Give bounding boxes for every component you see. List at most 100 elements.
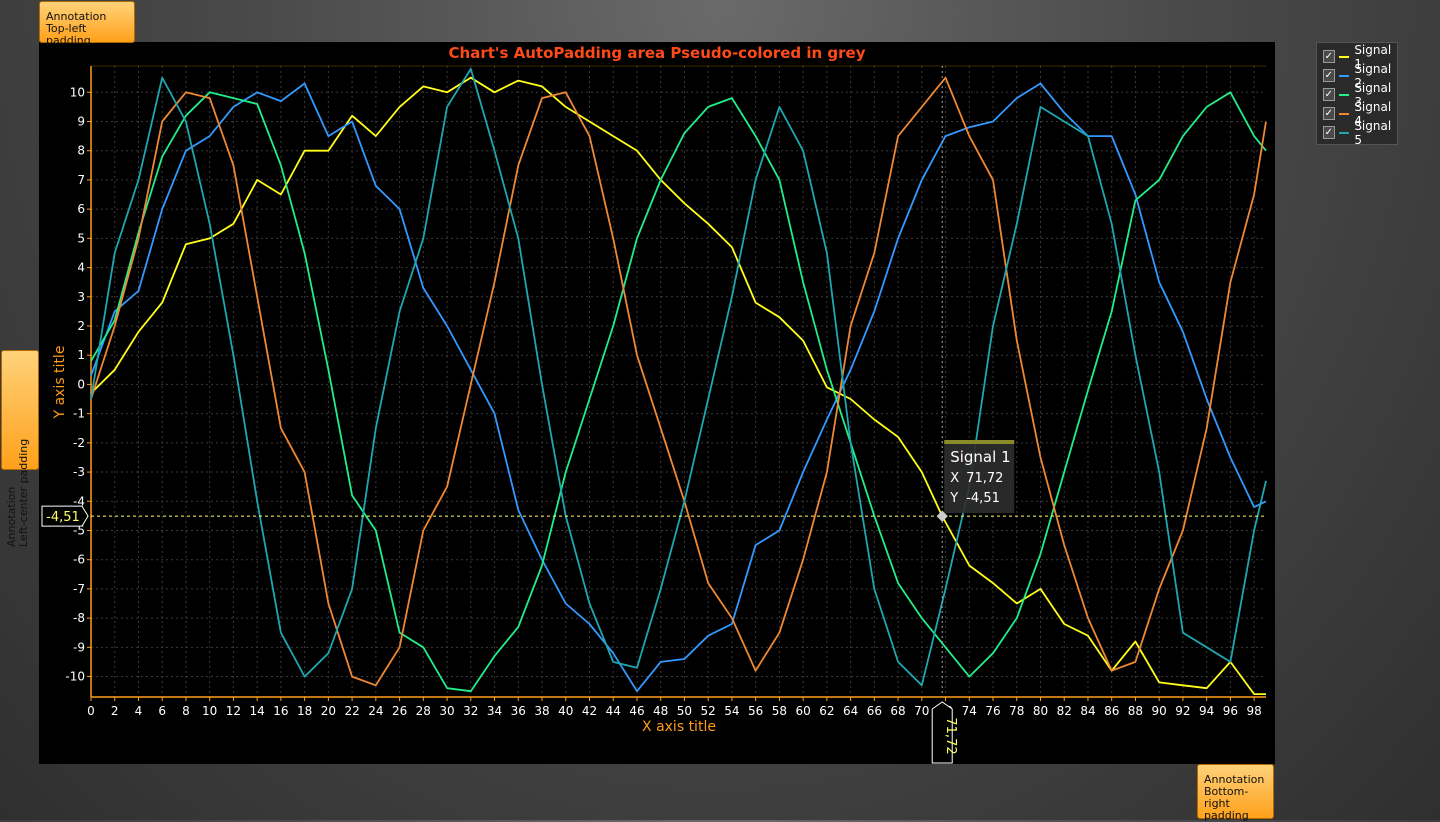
legend-swatch: [1338, 112, 1350, 115]
y-tick-label: -6: [73, 553, 85, 567]
x-tick-label: 66: [867, 704, 882, 718]
x-tick-label: 68: [890, 704, 905, 718]
x-tick-label: 82: [1057, 704, 1072, 718]
y-tick-label: 2: [77, 319, 85, 333]
x-tick-label: 30: [439, 704, 454, 718]
x-tick-label: 74: [962, 704, 977, 718]
x-tick-label: 70: [914, 704, 929, 718]
x-tick-label: 40: [558, 704, 573, 718]
x-tick-label: 54: [724, 704, 739, 718]
x-tick-label: 80: [1033, 704, 1048, 718]
x-tick-label: 42: [582, 704, 597, 718]
x-tick-label: 92: [1175, 704, 1190, 718]
x-tick-label: 86: [1104, 704, 1119, 718]
x-tick-label: 62: [819, 704, 834, 718]
checkbox-icon[interactable]: ✓: [1323, 88, 1335, 101]
x-tick-label: 98: [1246, 704, 1261, 718]
tooltip-header-bar: [944, 440, 1015, 444]
annotation-top-left[interactable]: Annotation Top-left padding: [39, 1, 135, 47]
checkbox-icon[interactable]: ✓: [1323, 50, 1335, 63]
x-tick-label: 78: [1009, 704, 1024, 718]
y-tick-label: -1: [73, 407, 85, 421]
legend-swatch: [1338, 74, 1350, 77]
y-tick-label: 6: [77, 202, 85, 216]
x-tick-label: 32: [463, 704, 478, 718]
y-tick-label: 5: [77, 231, 85, 245]
x-tick-label: 20: [321, 704, 336, 718]
x-tick-label: 64: [843, 704, 858, 718]
series-line-3[interactable]: [90, 91, 1267, 693]
y-tick-label: -2: [73, 436, 85, 450]
y-tick-label: -7: [73, 582, 85, 596]
axes: 0 2 4 6 8 10 12 14 16 18 20 22 24 26 28 30 32 34 36 38 40 42 4…: [65, 65, 1266, 718]
x-tick-label: 18: [297, 704, 312, 718]
x-tick-label: 24: [368, 704, 383, 718]
y-tick-label: 10: [70, 85, 85, 99]
legend-item-signal-5[interactable]: ✓ Signal 5: [1317, 119, 1397, 147]
annotation-bottom-right[interactable]: Annotation Bottom-right padding: [1197, 764, 1274, 822]
chart-svg: Chart's AutoPadding area Pseudo-colored …: [41, 44, 1267, 764]
y-tick-label: -9: [73, 640, 85, 654]
x-tick-label: 2: [111, 704, 119, 718]
chart-title: Chart's AutoPadding area Pseudo-colored …: [449, 44, 866, 62]
series-line-5[interactable]: [90, 68, 1267, 687]
y-tick-label: 9: [77, 115, 85, 129]
x-tick-label: 88: [1128, 704, 1143, 718]
x-tick-label: 0: [87, 704, 95, 718]
x-tick-label: 44: [606, 704, 621, 718]
annotation-line: Bottom-right: [1204, 785, 1249, 810]
x-tick-label: 4: [135, 704, 143, 718]
series-lines[interactable]: [90, 68, 1267, 695]
x-tick-label: 38: [534, 704, 549, 718]
x-tick-label: 76: [985, 704, 1000, 718]
x-tick-label: 90: [1152, 704, 1167, 718]
x-tick-label: 46: [629, 704, 644, 718]
tooltip-y-value: -4,51: [966, 491, 1000, 506]
x-tick-label: 58: [772, 704, 787, 718]
tooltip-y-label: Y: [949, 491, 958, 506]
x-tick-label: 84: [1080, 704, 1095, 718]
y-cursor-value: -4,51: [46, 510, 80, 525]
x-tick-label: 12: [226, 704, 241, 718]
tooltip-x-label: X: [950, 471, 959, 486]
x-tick-label: 6: [158, 704, 166, 718]
y-tick-label: 8: [77, 144, 85, 158]
x-tick-label: 52: [701, 704, 716, 718]
x-tick-label: 8: [182, 704, 190, 718]
x-cursor-value: 71,72: [943, 717, 958, 754]
legend: ✓ Signal 1 ✓ Signal 2 ✓ Signal 3 ✓ Signal 4 …: [1316, 42, 1398, 147]
x-tick-label: 16: [273, 704, 288, 718]
y-tick-label: 7: [77, 173, 85, 187]
x-tick-label: 14: [250, 704, 265, 718]
x-tick-label: 28: [416, 704, 431, 718]
checkbox-icon[interactable]: ✓: [1323, 107, 1335, 120]
checkbox-icon[interactable]: ✓: [1323, 126, 1335, 139]
y-tick-label: 0: [77, 377, 85, 391]
tooltip-series: Signal 1: [950, 448, 1010, 466]
legend-swatch: [1338, 93, 1350, 96]
annotation-line: Top-left padding: [46, 22, 91, 47]
x-tick-label: 94: [1199, 704, 1214, 718]
y-axis-title: Y axis title: [52, 346, 68, 420]
x-tick-label: 26: [392, 704, 407, 718]
annotation-left-center[interactable]: Annotation Left-center padding: [1, 350, 39, 547]
y-tick-label: -8: [73, 611, 85, 625]
x-axis-title: X axis title: [642, 719, 716, 735]
y-tick-label: 4: [77, 261, 85, 275]
x-tick-label: 22: [344, 704, 359, 718]
tooltip-x-value: 71,72: [966, 471, 1003, 486]
x-tick-label: 10: [202, 704, 217, 718]
annotation-line: padding: [1204, 809, 1249, 822]
y-tick-label: 3: [77, 290, 85, 304]
x-tick-label: 56: [748, 704, 763, 718]
x-tick-label: 50: [677, 704, 692, 718]
x-tick-label: 34: [487, 704, 502, 718]
legend-swatch: [1338, 131, 1350, 134]
x-tick-label: 96: [1223, 704, 1238, 718]
y-tick-label: -3: [73, 465, 85, 479]
legend-swatch: [1338, 55, 1350, 58]
annotation-line: Left-center padding: [17, 438, 30, 547]
legend-label: Signal 5: [1354, 118, 1392, 147]
checkbox-icon[interactable]: ✓: [1323, 69, 1335, 82]
x-tick-label: 48: [653, 704, 668, 718]
